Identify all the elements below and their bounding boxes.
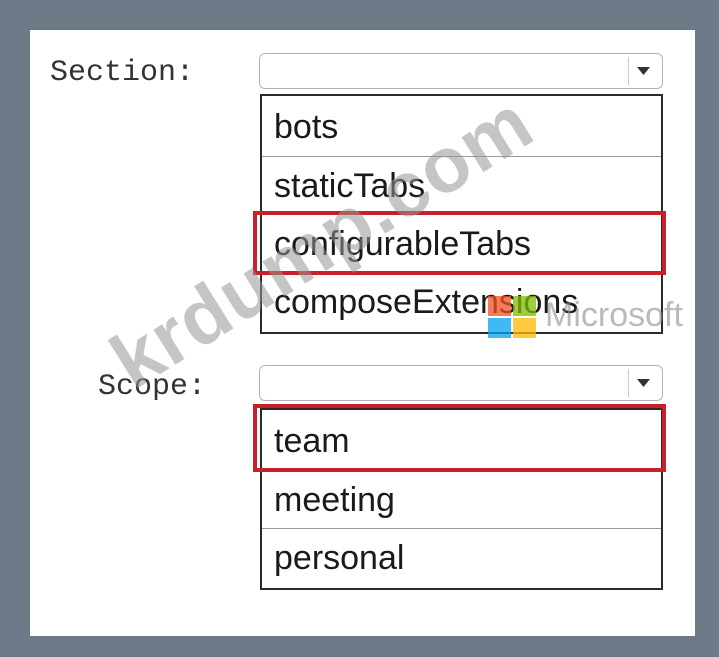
section-option-configurableTabs[interactable]: configurableTabs bbox=[262, 214, 661, 272]
scope-dropdown[interactable] bbox=[259, 365, 663, 401]
scope-dropdown-toggle[interactable] bbox=[628, 369, 658, 397]
scope-label: Scope: bbox=[98, 370, 207, 404]
scope-option-personal[interactable]: personal bbox=[262, 528, 661, 586]
chevron-down-icon bbox=[637, 67, 650, 75]
section-dropdown-toggle[interactable] bbox=[628, 57, 658, 85]
section-label: Section: bbox=[50, 56, 195, 90]
scope-option-team[interactable]: team bbox=[262, 412, 661, 470]
section-dropdown[interactable] bbox=[259, 53, 663, 89]
section-option-staticTabs[interactable]: staticTabs bbox=[262, 156, 661, 214]
chevron-down-icon bbox=[637, 379, 650, 387]
scope-options-list: team meeting personal bbox=[260, 408, 663, 590]
section-option-bots[interactable]: bots bbox=[262, 98, 661, 156]
scope-option-meeting[interactable]: meeting bbox=[262, 470, 661, 528]
section-options-list: bots staticTabs configurableTabs compose… bbox=[260, 94, 663, 334]
section-option-composeExtensions[interactable]: composeExtensions bbox=[262, 272, 661, 330]
